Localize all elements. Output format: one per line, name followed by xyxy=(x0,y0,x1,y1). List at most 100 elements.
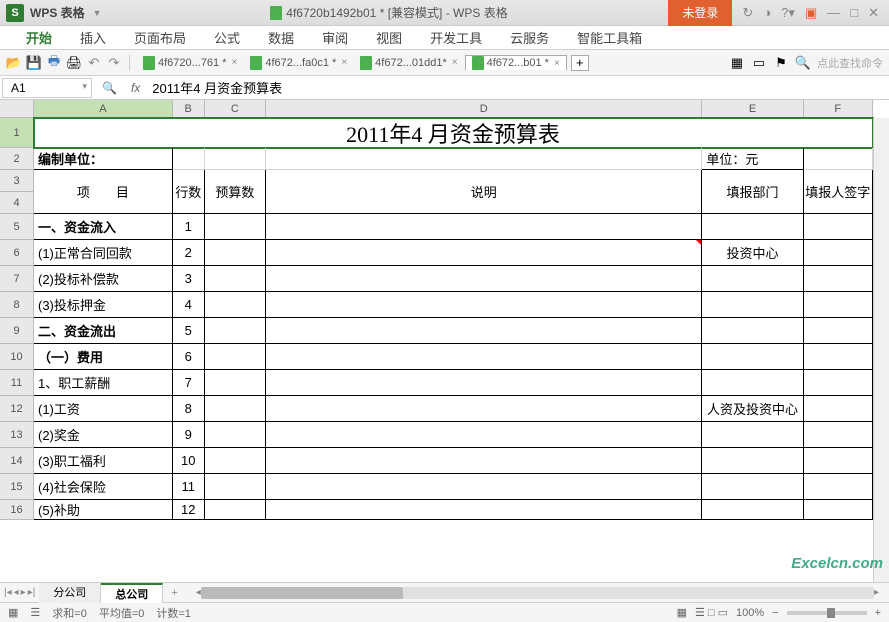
save-icon[interactable]: 💾 xyxy=(26,55,42,71)
cell-desc[interactable] xyxy=(266,474,702,500)
vertical-scrollbar[interactable] xyxy=(873,118,889,582)
cell-item[interactable]: (3)职工福利 xyxy=(34,448,173,474)
title-cell[interactable]: 2011年4 月资金预算表 xyxy=(34,118,873,148)
grid[interactable]: 2011年4 月资金预算表编制单位：单位：元项 目行数预算数说明填报部门填报人签… xyxy=(34,118,873,582)
cell-desc[interactable] xyxy=(266,370,702,396)
row-header-10[interactable]: 10 xyxy=(0,344,34,370)
comment-indicator-icon[interactable] xyxy=(696,240,701,245)
cell-budget[interactable] xyxy=(205,422,267,448)
cell-dept[interactable] xyxy=(702,266,803,292)
compact-icon[interactable]: ▣ xyxy=(805,5,817,21)
header-budget[interactable]: 预算数 xyxy=(205,170,267,214)
row-header-5[interactable]: 5 xyxy=(0,214,34,240)
cell-line[interactable]: 1 xyxy=(173,214,205,240)
cell-dept[interactable] xyxy=(702,214,803,240)
hscroll-right-icon[interactable]: ▸ xyxy=(874,587,879,598)
row-header-3[interactable]: 3 xyxy=(0,170,34,192)
cell-item[interactable]: (2)奖金 xyxy=(34,422,173,448)
menu-审阅[interactable]: 审阅 xyxy=(308,28,362,47)
cell-dept[interactable]: 投资中心 xyxy=(702,240,803,266)
toolbar-flag-icon[interactable]: ⚑ xyxy=(773,55,789,71)
sheet-tab-总公司[interactable]: 总公司 xyxy=(101,583,163,603)
sheet-nav-next-icon[interactable]: ▸ xyxy=(21,587,26,598)
cell-desc[interactable] xyxy=(266,500,702,520)
header-dept[interactable]: 填报部门 xyxy=(702,170,803,214)
cell-dept[interactable]: 人资及投资中心 xyxy=(702,396,803,422)
org-label[interactable]: 编制单位： xyxy=(34,148,173,170)
close-icon[interactable]: ✕ xyxy=(868,5,879,21)
sheet-nav-last-icon[interactable]: ▸| xyxy=(28,587,36,598)
cell-dept[interactable] xyxy=(702,344,803,370)
col-header-A[interactable]: A xyxy=(34,100,173,118)
cell-item[interactable]: 一、资金流入 xyxy=(34,214,173,240)
cell-item[interactable]: (1)工资 xyxy=(34,396,173,422)
toolbar-grid-icon[interactable]: ▦ xyxy=(729,55,745,71)
cell-sign[interactable] xyxy=(804,370,873,396)
cell-line[interactable]: 10 xyxy=(173,448,205,474)
print-icon[interactable]: 🖨 xyxy=(66,55,82,71)
cell-dept[interactable] xyxy=(702,370,803,396)
cell-desc[interactable] xyxy=(266,240,702,266)
cell-item[interactable]: 1、职工薪酬 xyxy=(34,370,173,396)
cell[interactable] xyxy=(266,148,702,170)
cell-sign[interactable] xyxy=(804,214,873,240)
doc-tab[interactable]: 4f672...b01 *× xyxy=(465,55,567,70)
cell-item[interactable]: 二、资金流出 xyxy=(34,318,173,344)
cell-sign[interactable] xyxy=(804,240,873,266)
menu-智能工具箱[interactable]: 智能工具箱 xyxy=(563,28,656,47)
cell-budget[interactable] xyxy=(205,396,267,422)
add-sheet-button[interactable]: + xyxy=(163,587,185,599)
header-line[interactable]: 行数 xyxy=(173,170,205,214)
cell-dept[interactable] xyxy=(702,474,803,500)
close-tab-icon[interactable]: × xyxy=(341,57,347,68)
cell-dept[interactable] xyxy=(702,318,803,344)
minimize-icon[interactable]: — xyxy=(827,5,840,20)
cell-desc[interactable] xyxy=(266,344,702,370)
cell-budget[interactable] xyxy=(205,318,267,344)
cell-budget[interactable] xyxy=(205,500,267,520)
cell-desc[interactable] xyxy=(266,448,702,474)
row-header-7[interactable]: 7 xyxy=(0,266,34,292)
cell-line[interactable]: 3 xyxy=(173,266,205,292)
search-hint[interactable]: 点此查找命令 xyxy=(817,55,883,71)
search-icon[interactable]: 🔍 xyxy=(795,55,811,71)
cell-sign[interactable] xyxy=(804,344,873,370)
menu-数据[interactable]: 数据 xyxy=(254,28,308,47)
cell-desc[interactable] xyxy=(266,396,702,422)
row-header-1[interactable]: 1 xyxy=(0,118,34,148)
undo-icon[interactable]: ↶ xyxy=(86,55,102,71)
menu-公式[interactable]: 公式 xyxy=(200,28,254,47)
cell-budget[interactable] xyxy=(205,370,267,396)
cell-sign[interactable] xyxy=(804,448,873,474)
doc-tab[interactable]: 4f672...01dd1*× xyxy=(354,56,464,70)
header-desc[interactable]: 说明 xyxy=(266,170,702,214)
row-header-6[interactable]: 6 xyxy=(0,240,34,266)
row-header-15[interactable]: 15 xyxy=(0,474,34,500)
unit-label[interactable]: 单位：元 xyxy=(702,148,803,170)
help-icon[interactable]: ?▾ xyxy=(781,5,795,21)
cell-desc[interactable] xyxy=(266,292,702,318)
cell-sign[interactable] xyxy=(804,318,873,344)
sync-icon[interactable]: ↻ xyxy=(742,5,753,21)
cell-sign[interactable] xyxy=(804,266,873,292)
view-page-icon[interactable]: ☰ □ ▭ xyxy=(695,606,728,619)
cell-dept[interactable] xyxy=(702,500,803,520)
new-tab-button[interactable]: + xyxy=(571,55,589,71)
zoom-level[interactable]: 100% xyxy=(736,607,764,619)
sheet-tab-分公司[interactable]: 分公司 xyxy=(39,583,101,603)
cell-budget[interactable] xyxy=(205,240,267,266)
cell[interactable] xyxy=(173,148,205,170)
col-header-C[interactable]: C xyxy=(205,100,266,118)
cell-line[interactable]: 5 xyxy=(173,318,205,344)
fx-label[interactable]: fx xyxy=(125,81,146,95)
header-item[interactable]: 项 目 xyxy=(34,170,173,214)
toolbar-window-icon[interactable]: ▭ xyxy=(751,55,767,71)
sheet-nav-first-icon[interactable]: |◂ xyxy=(4,587,12,598)
row-header-14[interactable]: 14 xyxy=(0,448,34,474)
name-box[interactable]: A1 xyxy=(2,78,92,98)
cell-line[interactable]: 9 xyxy=(173,422,205,448)
cell-budget[interactable] xyxy=(205,474,267,500)
menu-插入[interactable]: 插入 xyxy=(66,28,120,47)
redo-icon[interactable]: ↷ xyxy=(106,55,122,71)
view-normal-icon[interactable]: ▦ xyxy=(677,606,687,619)
